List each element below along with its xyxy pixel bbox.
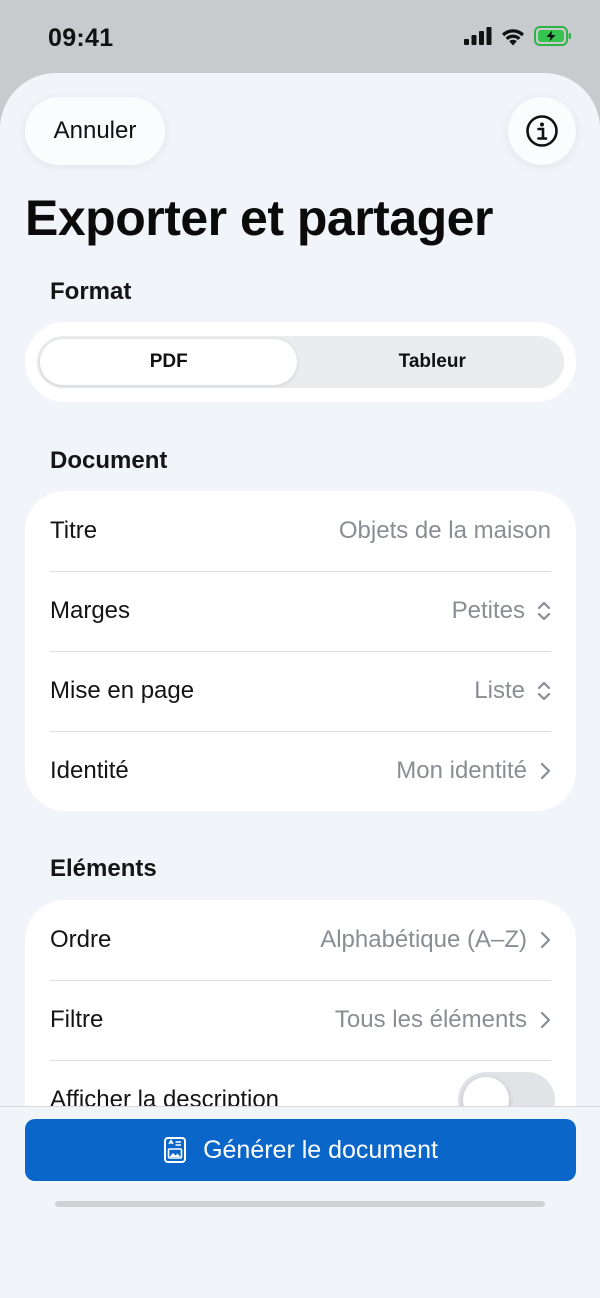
row-value: Liste	[474, 677, 551, 705]
row-label: Marges	[50, 597, 131, 624]
format-option-tableur[interactable]: Tableur	[301, 336, 565, 388]
status-time: 09:41	[48, 24, 114, 52]
cancel-button[interactable]: Annuler	[25, 97, 165, 165]
identity-value: Mon identité	[396, 757, 527, 784]
generate-document-button[interactable]: Générer le document	[25, 1119, 576, 1181]
cellular-signal-icon	[464, 27, 492, 45]
status-bar: 09:41	[0, 0, 600, 76]
row-value: Alphabétique (A–Z)	[320, 926, 551, 954]
elements-row-ordre[interactable]: Ordre Alphabétique (A–Z)	[25, 900, 576, 980]
row-label: Ordre	[50, 926, 112, 953]
elements-section-label: Eléments	[50, 855, 157, 882]
row-label: Titre	[50, 517, 98, 544]
generate-button-label: Générer le document	[203, 1135, 438, 1164]
chevron-right-icon	[540, 1011, 551, 1029]
filter-value: Tous les éléments	[334, 1006, 527, 1033]
row-label: Identité	[50, 757, 129, 784]
margins-value: Petites	[451, 597, 525, 624]
home-indicator	[55, 1201, 545, 1207]
format-section-label: Format	[50, 278, 132, 305]
format-card: PDF Tableur	[25, 322, 576, 402]
title-value: Objets de la maison	[338, 517, 551, 544]
chevron-right-icon	[540, 931, 551, 949]
status-icons	[464, 26, 572, 46]
layout-value: Liste	[474, 677, 525, 704]
row-value: Tous les éléments	[335, 1006, 551, 1034]
row-label: Mise en page	[50, 677, 195, 704]
battery-charging-icon	[534, 26, 571, 46]
page-title: Exporter et partager	[25, 190, 493, 246]
info-button[interactable]	[508, 97, 576, 165]
chevron-right-icon	[540, 762, 551, 780]
row-label: Filtre	[50, 1006, 104, 1033]
chevron-up-down-icon	[537, 601, 551, 621]
row-value: Mon identité	[396, 757, 551, 785]
row-value: Objets de la maison	[339, 517, 551, 545]
document-row-identite[interactable]: Identité Mon identité	[25, 731, 576, 811]
bottom-action-bar: Générer le document	[0, 1106, 600, 1298]
document-row-titre[interactable]: Titre Objets de la maison	[25, 491, 576, 571]
format-option-pdf[interactable]: PDF	[37, 336, 301, 388]
document-generate-icon	[164, 1137, 187, 1163]
elements-row-filtre[interactable]: Filtre Tous les éléments	[25, 980, 576, 1060]
row-value: Petites	[452, 597, 551, 625]
document-row-mise-en-page[interactable]: Mise en page Liste	[25, 651, 576, 731]
export-sheet: Annuler Exporter et partager Format PDF …	[0, 73, 600, 1298]
document-row-marges[interactable]: Marges Petites	[25, 571, 576, 651]
format-segmented-control: PDF Tableur	[37, 336, 564, 388]
info-icon	[526, 115, 558, 147]
document-section-label: Document	[50, 447, 168, 474]
document-card: Titre Objets de la maison Marges Petites…	[25, 491, 576, 811]
chevron-up-down-icon	[537, 681, 551, 701]
order-value: Alphabétique (A–Z)	[320, 926, 527, 953]
wifi-icon	[502, 28, 524, 45]
